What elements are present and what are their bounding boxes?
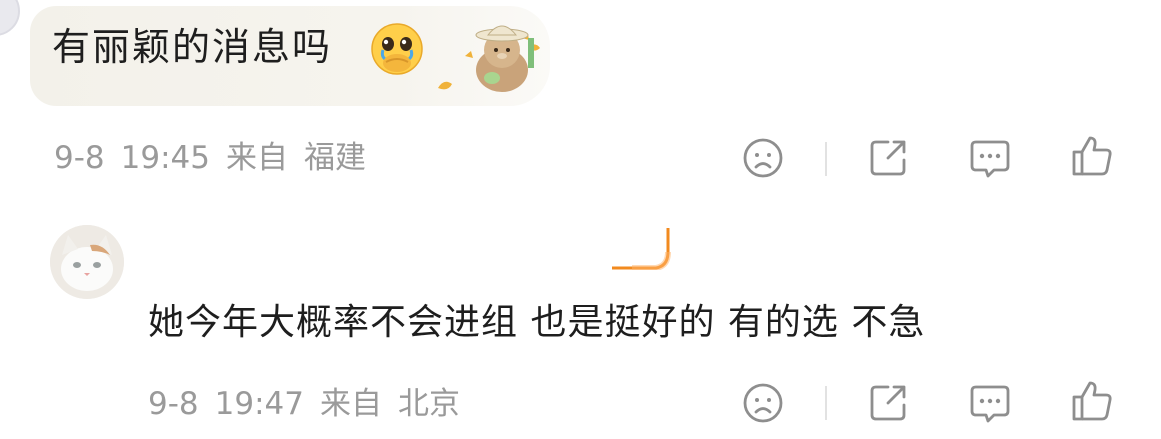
from-label: 来自: [225, 140, 288, 176]
divider: [825, 386, 827, 420]
comment-time: 19:47: [214, 386, 304, 422]
comment-meta: 9-8 19:47 来自 北京: [148, 384, 476, 424]
partial-avatar[interactable]: [0, 0, 20, 36]
comment-time: 19:45: [120, 140, 210, 176]
from-label: 来自: [319, 386, 382, 422]
thumbs-up-icon[interactable]: [1070, 379, 1114, 423]
comment-date: 9-8: [148, 386, 199, 422]
comment-icon[interactable]: [968, 136, 1012, 180]
divider: [825, 142, 827, 176]
white-cat-avatar[interactable]: [50, 225, 124, 299]
comment-text: 她今年大概率不会进组 也是挺好的 有的选 不急: [148, 302, 926, 343]
comment-icon[interactable]: [968, 381, 1012, 425]
bear-with-hat-sticker: [438, 25, 540, 92]
sad-face-icon[interactable]: [741, 381, 785, 425]
corner-decoration: [612, 228, 671, 270]
comment-meta: 9-8 19:45 来自 福建: [54, 138, 382, 178]
comment-location: 北京: [397, 386, 460, 422]
share-icon[interactable]: [866, 381, 910, 425]
comment-text: 有丽颖的消息吗: [52, 25, 333, 69]
crying-pleading-face-emoji: [371, 23, 423, 75]
share-icon[interactable]: [866, 136, 910, 180]
comment-location: 福建: [303, 140, 366, 176]
sad-face-icon[interactable]: [741, 136, 785, 180]
thumbs-up-icon[interactable]: [1070, 134, 1114, 178]
comment-date: 9-8: [54, 140, 105, 176]
